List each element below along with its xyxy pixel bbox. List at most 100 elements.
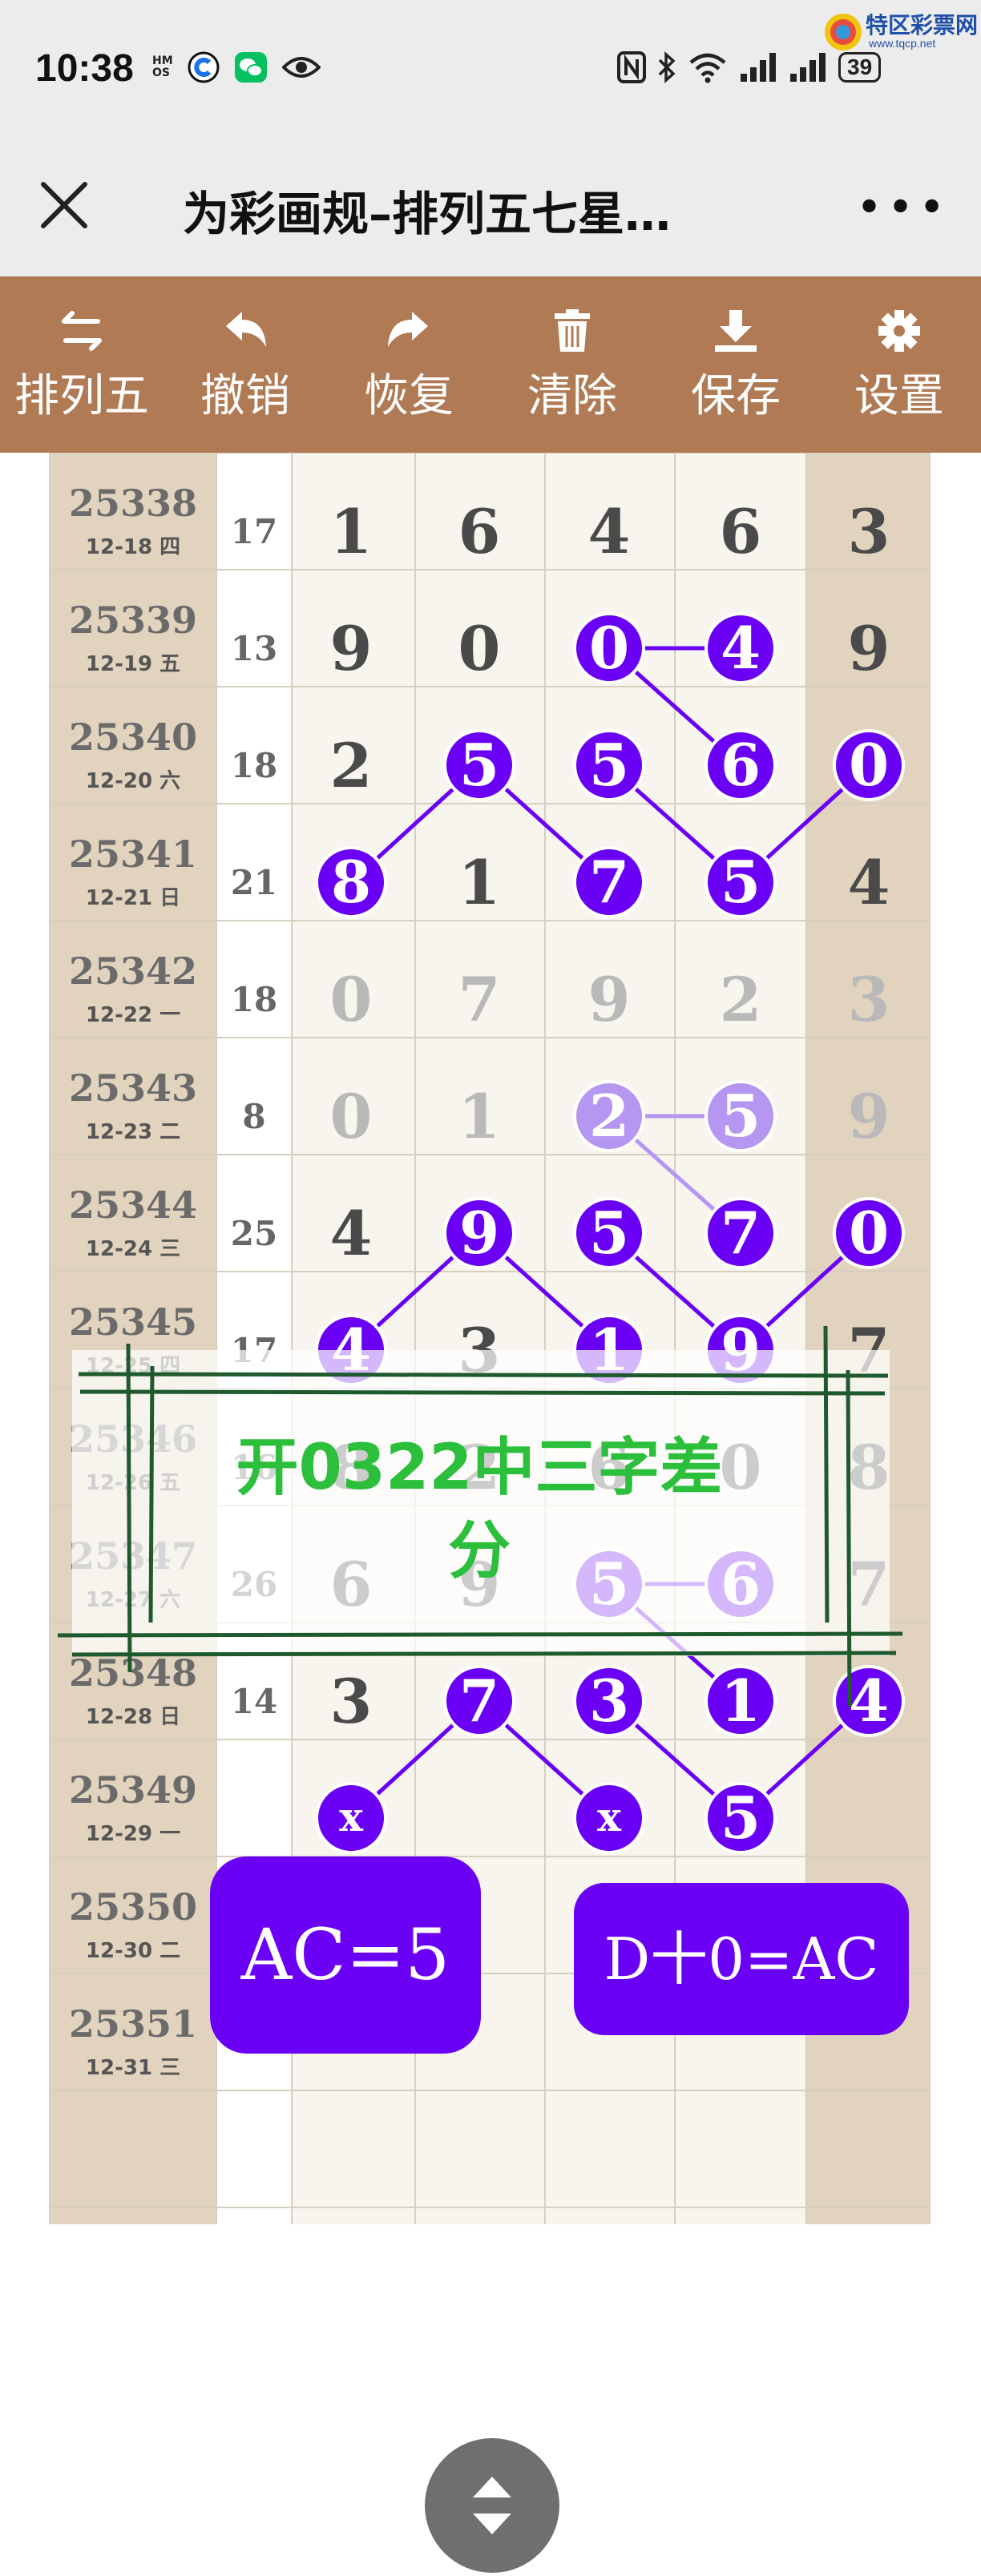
sum-value: 8: [242, 1097, 265, 1136]
plain-digit: 2: [720, 964, 762, 1035]
toolbar-undo-button[interactable]: 撤销: [164, 276, 327, 453]
issue-date: 12-19 五: [86, 652, 180, 676]
plain-digit: 6: [720, 496, 762, 567]
issue-number: 25338: [69, 482, 197, 525]
issue-number: 25342: [69, 949, 197, 993]
title-bar: 为彩画规–排列五七星… •••: [0, 144, 981, 276]
issue-date: 12-21 日: [86, 886, 180, 910]
circled-digit: 5: [721, 848, 761, 916]
issue-date: 12-18 四: [86, 535, 180, 559]
issue-number: 25340: [69, 716, 197, 759]
toolbar-redo-button[interactable]: 恢复: [327, 276, 490, 453]
prediction-overlay-text: 开0322中三字差 分: [236, 1432, 723, 1587]
scroll-arrows-icon: [473, 2477, 511, 2534]
overlay-frame-left-2: [148, 1365, 155, 1623]
issue-date: 12-23 二: [86, 1120, 180, 1144]
plain-digit: 6: [458, 496, 501, 567]
signal-icon-1: [741, 53, 776, 82]
trash-icon: [555, 309, 590, 352]
sum-value: 18: [231, 980, 277, 1019]
circled-digit: 0: [849, 1199, 889, 1267]
circled-digit: 6: [721, 731, 761, 799]
overlay-frame-right: [823, 1325, 830, 1623]
plain-digit: 9: [848, 613, 890, 684]
issue-number: 25341: [69, 832, 197, 876]
page-title: 为彩画规–排列五七星…: [183, 187, 672, 241]
issue-number: 25351: [69, 2002, 197, 2046]
issue-number: 25348: [69, 1651, 197, 1695]
circled-digit: 9: [459, 1199, 499, 1267]
lottery-trend-board[interactable]: 25338 12-18 四 17 25339 12-19 五 13 25340 12-20 六…: [0, 453, 981, 2573]
toolbar-settings-label: 设置: [854, 370, 944, 422]
issue-date: 12-20 六: [86, 769, 180, 793]
overlay-frame-top-2: [79, 1389, 886, 1396]
circled-digit: 8: [331, 848, 371, 916]
circled-digit: 4: [849, 1667, 889, 1735]
issue-date: 12-24 三: [86, 1237, 180, 1261]
issue-date: 12-22 一: [86, 1003, 180, 1027]
watermark-logo-icon: [825, 14, 862, 50]
plain-digit: 1: [458, 847, 501, 918]
toolbar: 排列五 撤销 恢复 清除 保存 设置: [0, 276, 981, 453]
hms-icon: HM OS: [152, 54, 173, 79]
sum-value: 25: [231, 1214, 277, 1253]
circled-digit: 5: [721, 1784, 761, 1852]
overlay-frame-bottom-2: [71, 1651, 897, 1657]
plain-digit: 4: [330, 1198, 373, 1269]
watermark-url: www.tqcp.net: [869, 37, 936, 50]
difference-rule-badge[interactable]: D十0=AC: [574, 1883, 909, 2035]
issue-date: 12-29 一: [86, 1822, 180, 1846]
gear-icon: [878, 310, 920, 352]
circled-digit: 4: [721, 614, 761, 682]
plain-digit: 2: [330, 730, 373, 801]
eye-icon: [281, 57, 321, 78]
redo-icon: [388, 312, 428, 347]
wifi-icon: [689, 53, 726, 83]
plain-digit: 3: [848, 964, 890, 1035]
sum-value: 14: [231, 1682, 277, 1721]
plain-digit: 4: [848, 847, 890, 918]
more-menu-button[interactable]: •••: [856, 186, 950, 231]
plain-digit: 3: [848, 496, 890, 567]
watermark-name: 特区彩票网: [866, 12, 979, 38]
site-watermark: 特区彩票网 www.tqcp.net: [821, 6, 981, 58]
issue-number: 25345: [69, 1300, 197, 1344]
sum-value: 17: [231, 512, 277, 551]
plain-digit: 1: [330, 496, 373, 567]
wechat-icon: [234, 52, 267, 83]
circled-digit: 0: [849, 731, 889, 799]
plain-digit: 0: [330, 1081, 373, 1152]
circled-digit: 7: [721, 1199, 761, 1267]
toolbar-settings-button[interactable]: 设置: [818, 276, 981, 453]
scroll-toggle-button[interactable]: [425, 2438, 559, 2573]
plain-digit: 0: [330, 964, 373, 1035]
toolbar-clear-label: 清除: [527, 370, 617, 422]
toolbar-switch-label: 排列五: [14, 370, 149, 422]
issue-date: 12-31 三: [86, 2056, 180, 2080]
issue-number: 25343: [69, 1066, 197, 1110]
issue-date: 12-30 二: [86, 1939, 180, 1963]
toolbar-save-button[interactable]: 保存: [654, 276, 818, 453]
nfc-icon: [617, 51, 646, 83]
download-icon: [715, 310, 757, 352]
status-notification-icons: HM OS: [152, 51, 321, 83]
circled-digit: 5: [459, 731, 499, 799]
circled-digit: 5: [589, 731, 629, 799]
issue-number: 25350: [69, 1885, 197, 1929]
overlay-frame-top: [78, 1372, 889, 1378]
toolbar-switch-button[interactable]: 排列五: [0, 276, 164, 453]
status-time: 10:38: [35, 47, 134, 90]
toolbar-undo-label: 撤销: [200, 370, 290, 422]
circled-digit: 0: [589, 614, 629, 682]
toolbar-clear-button[interactable]: 清除: [490, 276, 654, 453]
plain-digit: 9: [848, 1081, 890, 1152]
sum-value: 13: [231, 629, 277, 668]
toolbar-redo-label: 恢复: [364, 370, 454, 422]
circled-digit: 7: [589, 848, 629, 916]
circled-digit: 5: [721, 1082, 761, 1150]
sum-value: 18: [231, 746, 277, 785]
close-icon[interactable]: [32, 173, 96, 237]
ac-value-badge[interactable]: AC=5: [210, 1856, 481, 2054]
overlay-frame-right-2: [846, 1369, 852, 1707]
circled-digit: 7: [459, 1667, 499, 1735]
